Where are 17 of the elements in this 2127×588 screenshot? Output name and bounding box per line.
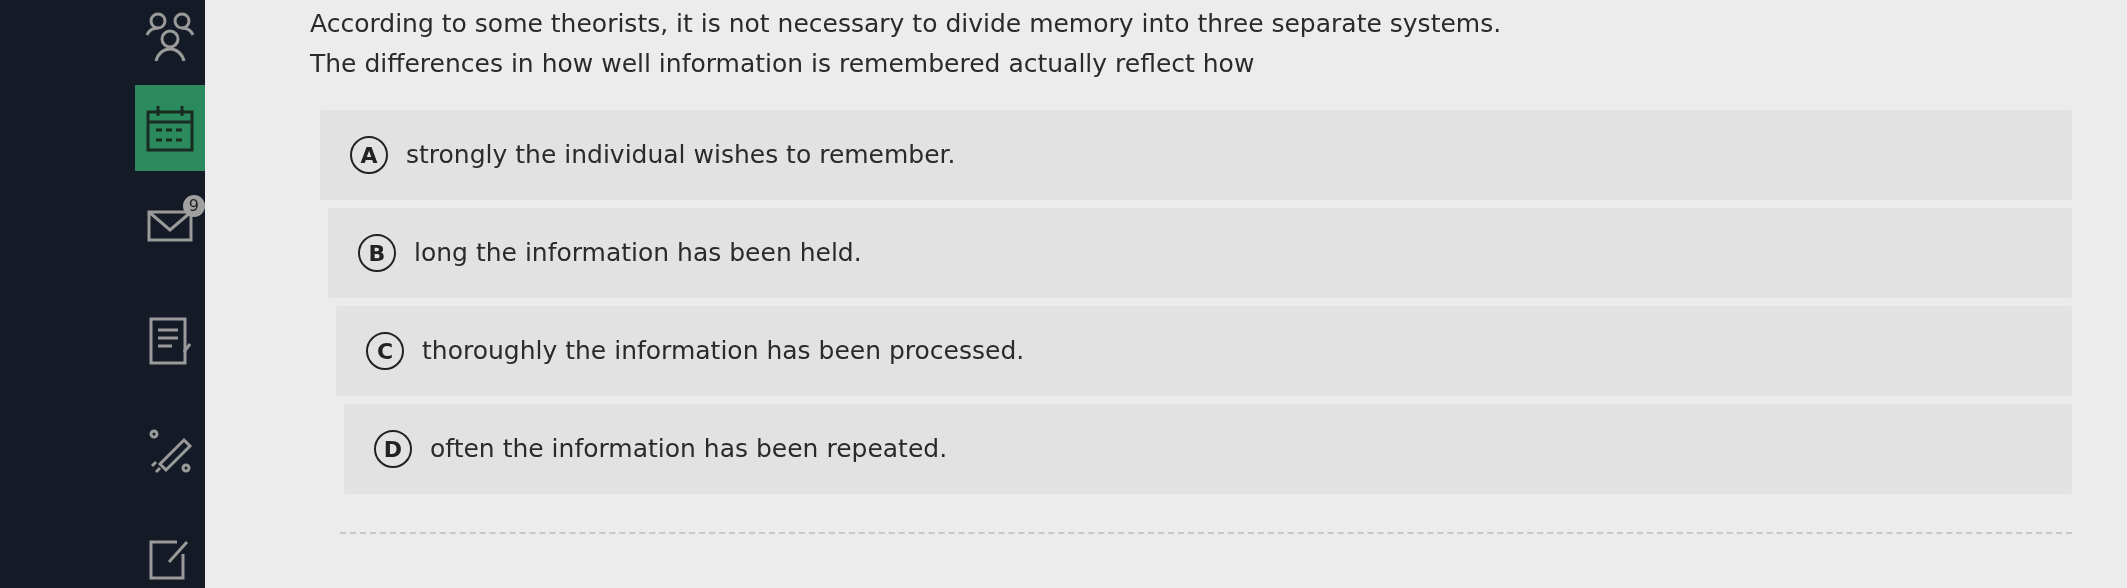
option-text: thoroughly the information has been processed. xyxy=(422,335,1025,368)
sidebar-button[interactable]: 9 xyxy=(135,195,205,253)
option-letter: C xyxy=(366,332,404,370)
option-letter: B xyxy=(358,234,396,272)
option-letter: A xyxy=(350,136,388,174)
option-text: long the information has been held. xyxy=(414,237,862,270)
answer-option[interactable]: D often the information has been repeated. xyxy=(344,404,2072,494)
option-letter: D xyxy=(374,430,412,468)
option-text: often the information has been repeated. xyxy=(430,433,948,466)
sidebar-button[interactable] xyxy=(135,85,205,172)
question-text: According to some theorists, it is not necessary to divide memory into three separate systems. The differences in how well information is remembered actually reflect how xyxy=(310,8,1503,80)
document-icon xyxy=(148,315,192,366)
answer-option[interactable]: B long the information has been held. xyxy=(328,208,2072,298)
option-text: strongly the individual wishes to remember. xyxy=(406,139,956,172)
answer-option[interactable]: C thoroughly the information has been processed. xyxy=(336,306,2072,396)
answer-option[interactable]: A strongly the individual wishes to remember. xyxy=(320,110,2072,200)
count-badge: 9 xyxy=(182,195,205,218)
